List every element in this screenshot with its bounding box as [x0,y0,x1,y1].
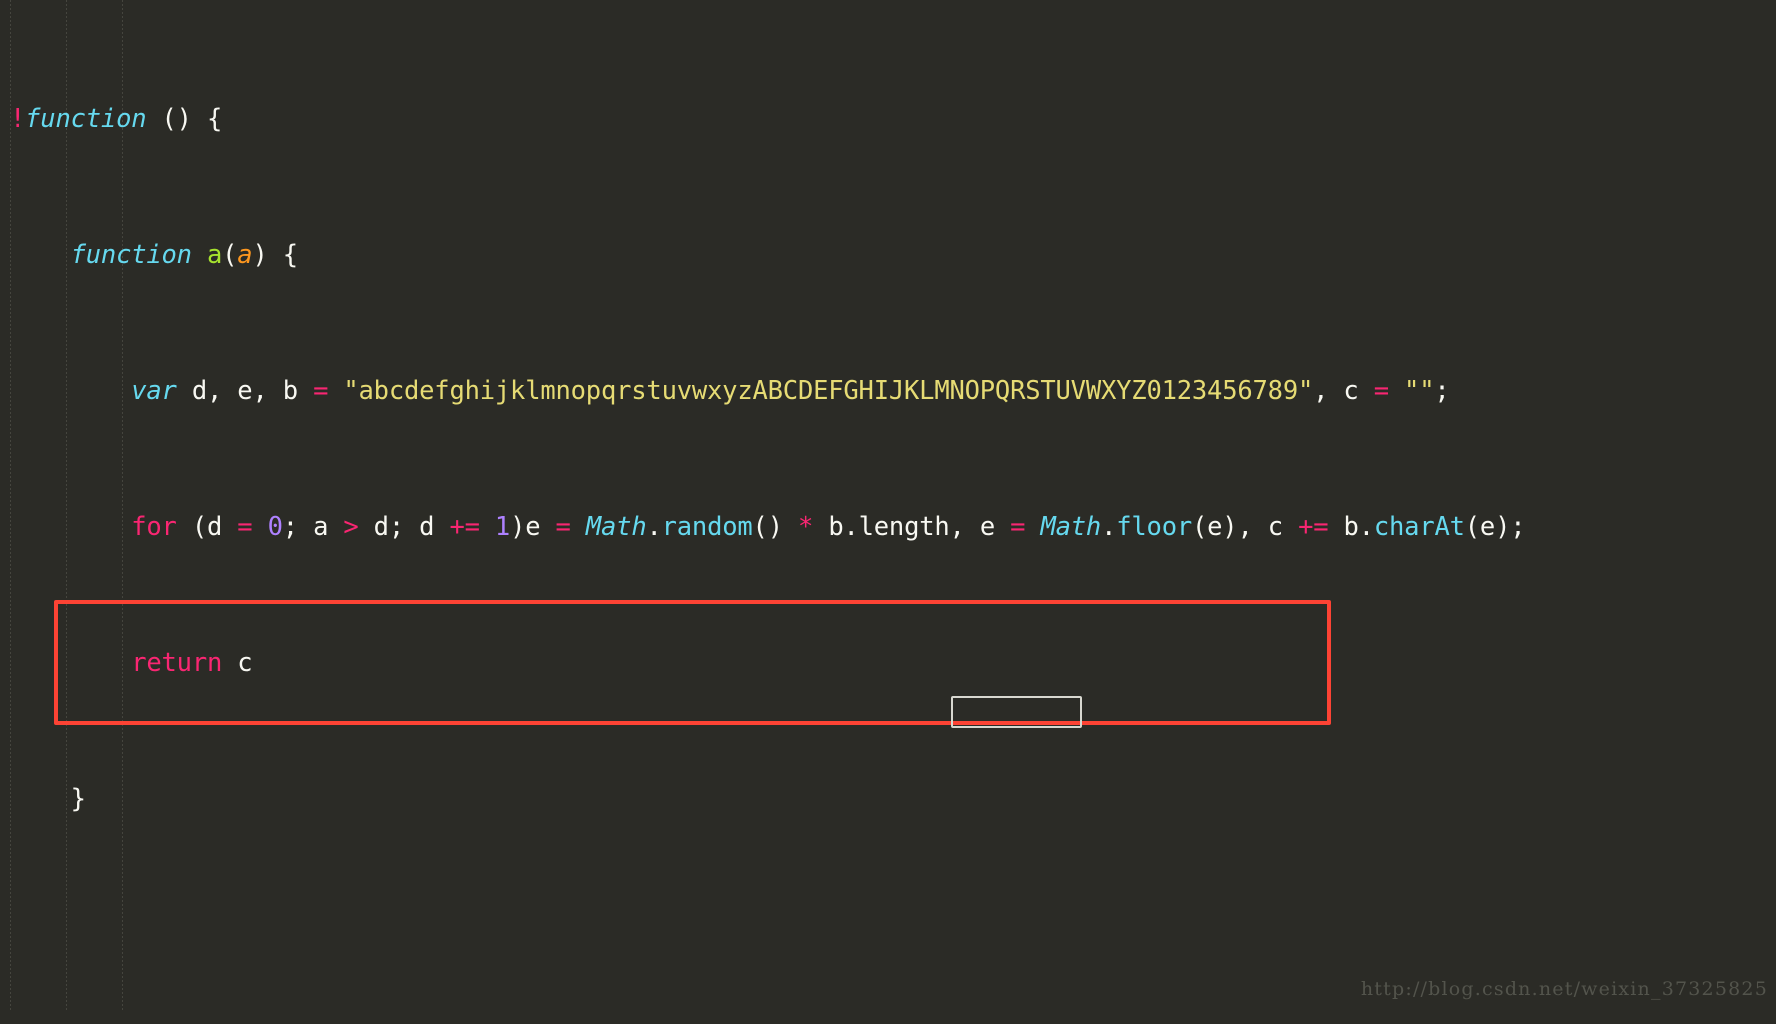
token-string-charset: "abcdefghijklmnopqrstuvwxyzABCDEFGHIJKLM… [343,376,1314,406]
token-plain: ; a [282,512,344,542]
code-line: function a(a) { [0,238,1776,272]
csdn-watermark: http://blog.csdn.net/weixin_37325825 [1360,978,1768,1000]
code-content[interactable]: !function () { function a(a) { var d, e,… [0,0,1776,1024]
token-plain: d; d [358,512,450,542]
token-plain: (d [176,512,238,542]
token-punct: ( [222,240,238,270]
token-method-floor: floor [1116,512,1192,542]
code-line: !function () { [0,102,1776,136]
code-line: } [0,782,1776,816]
token-plain: (e); [1464,512,1526,542]
token-param-a: a [237,240,253,270]
token-plain: , c [1313,376,1374,406]
token-operator-assign: = [1010,512,1026,542]
token-plain: () [752,512,799,542]
token-plain: )e [510,512,556,542]
token-punct: ) { [252,240,298,270]
token-string-empty: "" [1404,376,1435,406]
token-plain: c [222,648,253,678]
token-plain: () { [146,104,223,134]
token-plain: . [646,512,662,542]
token-operator-gt: > [343,512,359,542]
token-operator-assign: = [313,376,329,406]
token-operator-plus-assign: += [1298,512,1329,542]
token-plain: } [10,784,86,814]
token-plain: ; [1434,376,1450,406]
token-object-math: Math [585,512,647,542]
bottom-clip [0,1010,1776,1024]
token-method-charat: charAt [1373,512,1465,542]
token-keyword-return: return [131,648,223,678]
token-number-0: 0 [267,512,283,542]
token-operator-plus-assign: += [449,512,480,542]
token-object-math: Math [1040,512,1102,542]
token-operator-assign: = [1373,376,1389,406]
token-plain: b. [1328,512,1375,542]
token-operator-mult: * [798,512,814,542]
code-line: for (d = 0; a > d; d += 1)e = Math.rando… [0,510,1776,544]
token-keyword-var: var [131,376,177,406]
code-line-blank [0,918,1776,952]
token-operator-assign: = [555,512,571,542]
token-bang: ! [10,104,26,134]
token-plain: b.length, e [813,512,1011,542]
token-plain: d, e, b [176,376,314,406]
token-keyword-function: function [25,104,147,134]
code-line: var d, e, b = "abcdefghijklmnopqrstuvwxy… [0,374,1776,408]
token-plain: . [1101,512,1117,542]
code-line: return c [0,646,1776,680]
token-keyword-function: function [70,240,192,270]
token-keyword-for: for [131,512,177,542]
token-plain: (e), c [1192,512,1299,542]
token-method-random: random [661,512,753,542]
token-function-name-a: a [206,240,223,270]
code-editor-screenshot: !function () { function a(a) { var d, e,… [0,0,1776,1024]
token-number-1: 1 [494,512,511,542]
token-operator-assign: = [237,512,253,542]
